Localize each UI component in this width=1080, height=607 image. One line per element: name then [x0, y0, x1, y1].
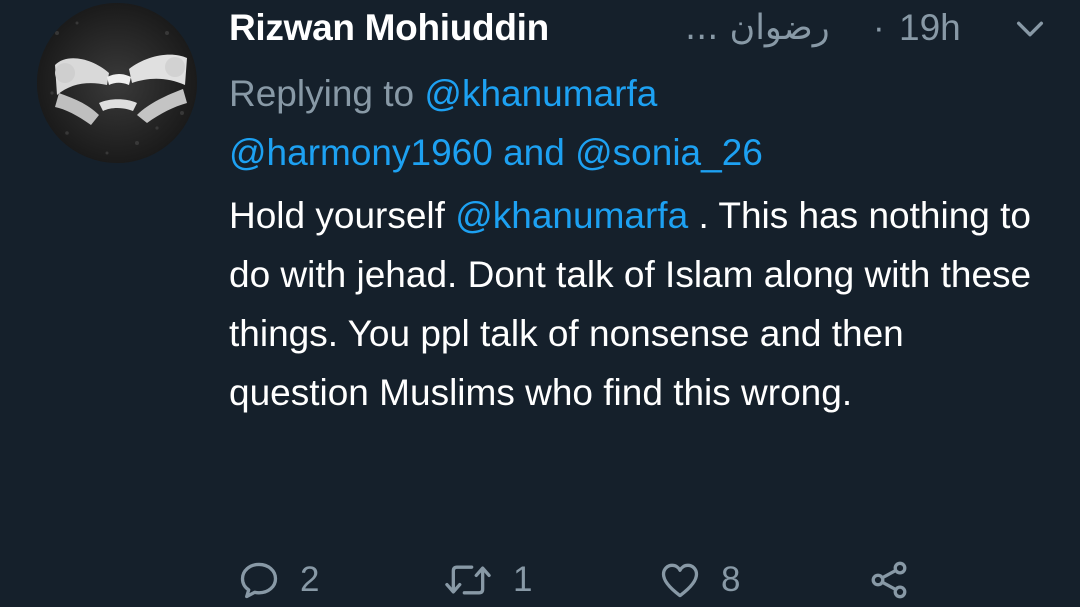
- reply-count: 2: [300, 560, 320, 599]
- like-count: 8: [721, 560, 741, 599]
- reply-mention-harmony1960[interactable]: @harmony1960: [229, 132, 493, 173]
- retweet-count: 1: [513, 560, 533, 599]
- heart-icon: [661, 563, 699, 597]
- replying-prefix: Replying to: [229, 73, 415, 114]
- reply-button[interactable]: 2: [236, 552, 319, 607]
- retweet-button[interactable]: 1: [441, 552, 532, 607]
- tweet[interactable]: Rizwan Mohiuddin رضوان ... · 19h Replyin…: [0, 0, 1080, 607]
- reply-and: and: [503, 132, 565, 173]
- timestamp[interactable]: 19h: [899, 6, 961, 50]
- tweet-text: Hold yourself @khanumarfa . This has not…: [229, 186, 1049, 422]
- tweet-mention[interactable]: @khanumarfa: [455, 195, 688, 236]
- replying-to: Replying to @khanumarfa @harmony1960 and…: [229, 64, 1059, 182]
- action-bar: 2 1 8: [0, 552, 1080, 607]
- retweet-icon: [445, 565, 491, 594]
- reply-mention-sonia-26[interactable]: @sonia_26: [575, 132, 763, 173]
- tweet-text-start: Hold yourself: [229, 195, 456, 236]
- avatar-photo: [37, 3, 197, 163]
- separator-dot: ·: [873, 8, 885, 47]
- share-button[interactable]: [866, 552, 912, 607]
- like-button[interactable]: 8: [657, 552, 740, 607]
- reply-mention-khanumarfa[interactable]: @khanumarfa: [424, 73, 657, 114]
- reply-icon: [240, 562, 278, 598]
- share-icon: [871, 561, 907, 598]
- chevron-down-icon[interactable]: [1013, 12, 1047, 46]
- user-handle[interactable]: رضوان ...: [685, 6, 830, 50]
- tweet-header: Rizwan Mohiuddin رضوان ... · 19h: [229, 6, 1059, 50]
- display-name[interactable]: Rizwan Mohiuddin: [229, 6, 549, 50]
- avatar[interactable]: [37, 3, 197, 163]
